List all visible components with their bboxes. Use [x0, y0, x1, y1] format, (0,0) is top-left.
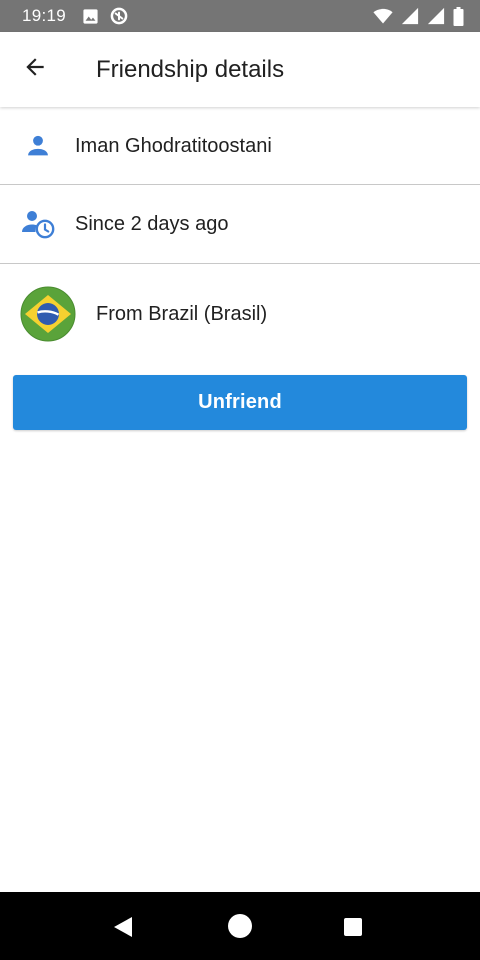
data-saver-icon: [109, 6, 129, 26]
navigation-bar: [0, 892, 480, 960]
app-bar: Friendship details: [0, 32, 480, 107]
brazil-flag-icon: [0, 286, 96, 342]
signal-icon: [401, 7, 419, 25]
battery-icon: [453, 6, 464, 26]
nav-recents-icon[interactable]: [340, 914, 366, 940]
status-time: 19:19: [22, 6, 67, 25]
unfriend-button[interactable]: Unfriend: [13, 375, 467, 430]
friend-country: From Brazil (Brasil): [96, 302, 268, 325]
friendship-since-row: Since 2 days ago: [0, 185, 480, 264]
status-right-icons: [373, 6, 464, 26]
status-left-icons: [82, 6, 129, 26]
friend-country-row: From Brazil (Brasil): [0, 264, 480, 364]
signal-icon: [427, 7, 445, 25]
nav-home-icon[interactable]: [226, 912, 254, 940]
arrow-back-icon: [22, 54, 48, 85]
wifi-icon: [373, 7, 393, 25]
friendship-since: Since 2 days ago: [75, 212, 229, 235]
person-icon: [0, 132, 75, 160]
back-button[interactable]: [0, 32, 70, 107]
status-bar: 19:19: [0, 0, 480, 32]
friend-name: Iman Ghodratitoostani: [75, 134, 272, 157]
friend-name-row: Iman Ghodratitoostani: [0, 108, 480, 185]
image-icon: [82, 8, 99, 25]
person-clock-icon: [0, 208, 75, 240]
page-title: Friendship details: [96, 55, 285, 83]
nav-back-icon[interactable]: [108, 912, 138, 942]
